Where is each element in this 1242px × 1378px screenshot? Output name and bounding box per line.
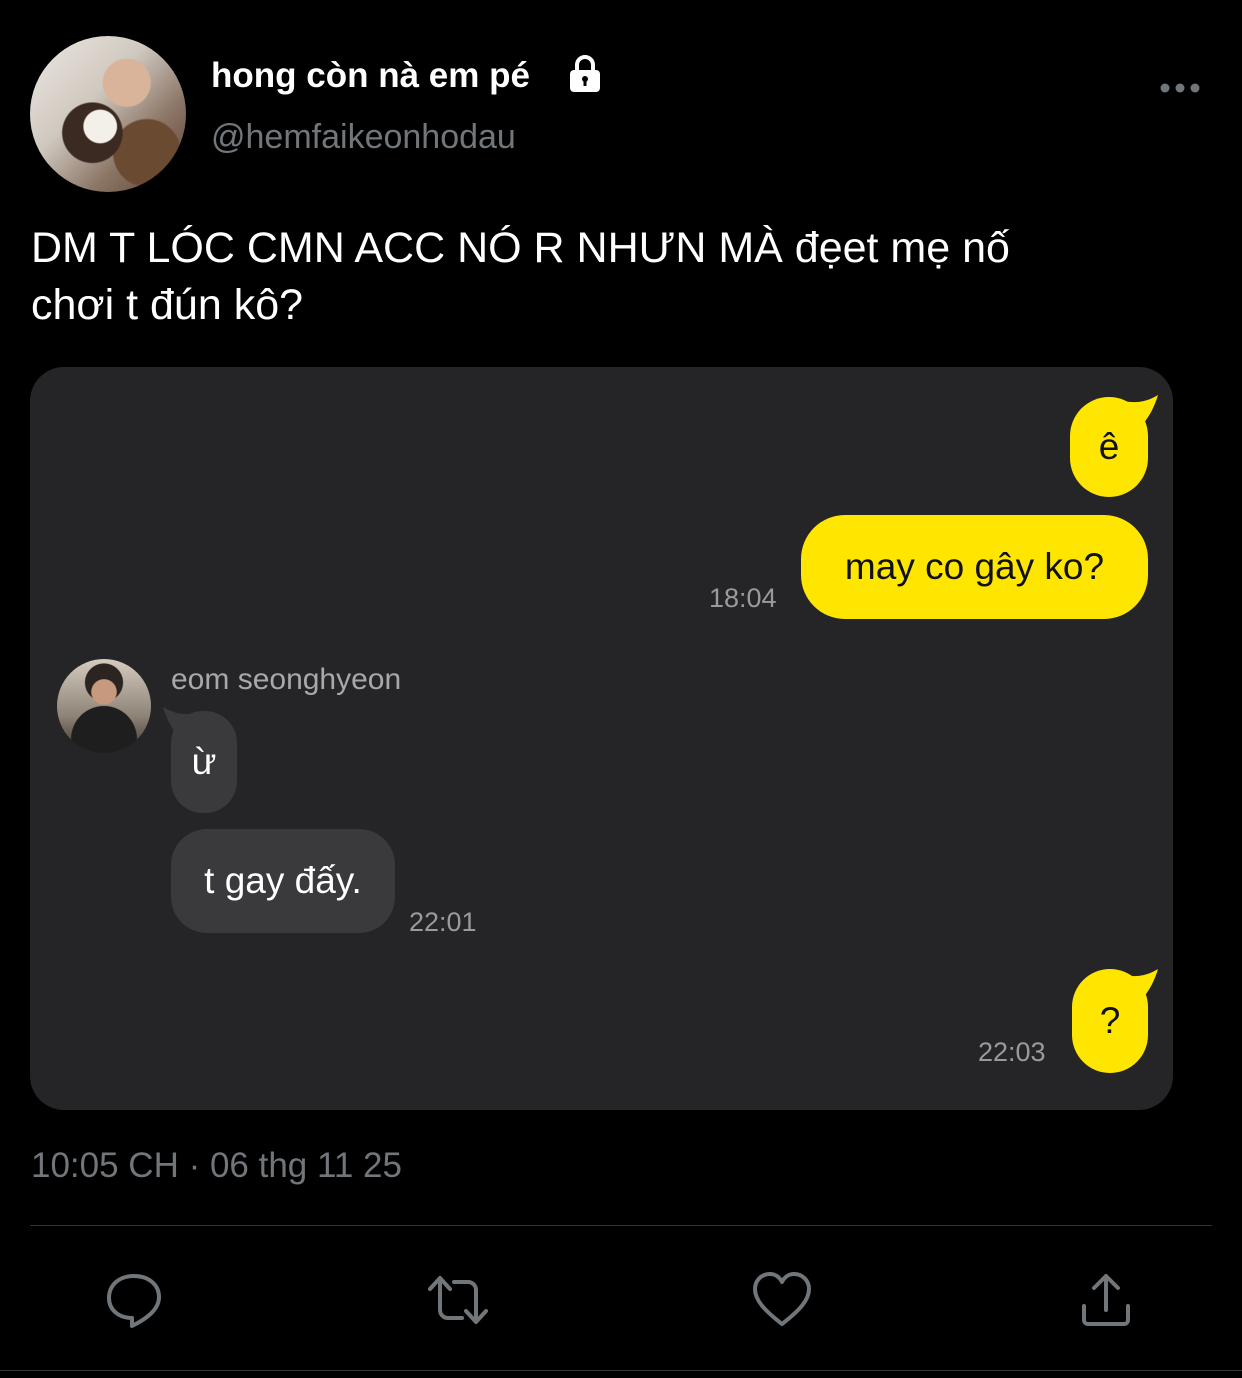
retweet-icon[interactable] — [428, 1270, 488, 1330]
user-handle[interactable]: @hemfaikeonhodau — [211, 118, 516, 157]
sender-name: eom seonghyeon — [171, 663, 402, 696]
message-time: 22:01 — [409, 907, 477, 937]
more-icon[interactable] — [1158, 78, 1202, 98]
divider — [0, 1370, 1242, 1371]
lock-icon — [570, 55, 600, 92]
message-time: 22:03 — [978, 1037, 1046, 1067]
message-time: 18:04 — [709, 583, 777, 613]
tweet-text-line: chơi t đún kô? — [31, 281, 304, 329]
display-name[interactable]: hong còn nà em pé — [211, 56, 530, 96]
bubble-tail — [1124, 969, 1158, 1001]
reply-icon[interactable] — [104, 1270, 164, 1330]
sender-avatar — [57, 659, 151, 753]
chat-bubble-incoming: ừ — [171, 711, 237, 813]
divider — [30, 1225, 1212, 1226]
share-icon[interactable] — [1076, 1270, 1136, 1330]
tweet-text-line: DM T LÓC CMN ACC NÓ R NHƯN MÀ đẹet mẹ nố — [31, 224, 1010, 272]
tweet-timestamp[interactable]: 10:05 CH · 06 thg 11 25 — [31, 1146, 402, 1186]
heart-icon[interactable] — [752, 1270, 812, 1330]
attached-image[interactable]: ê may co gây ko? 18:04 eom seonghyeon ừ … — [30, 367, 1173, 1110]
bubble-tail — [1124, 395, 1158, 427]
chat-bubble-incoming: t gay đấy. — [171, 829, 395, 933]
chat-bubble-outgoing: may co gây ko? — [801, 515, 1148, 619]
profile-avatar[interactable] — [30, 36, 186, 192]
tweet-text: DM T LÓC CMN ACC NÓ R NHƯN MÀ đẹet mẹ nố… — [31, 220, 1211, 334]
